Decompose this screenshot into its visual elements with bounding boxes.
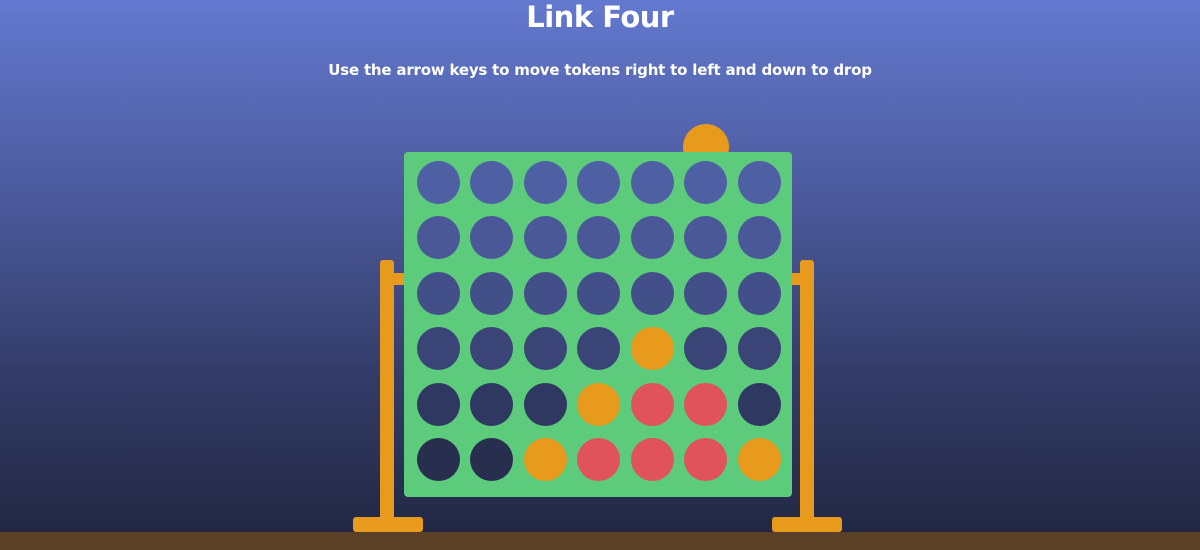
empty-slot[interactable]	[630, 271, 674, 315]
empty-slot[interactable]	[416, 327, 460, 370]
token-orange[interactable]	[523, 438, 567, 481]
empty-slot[interactable]	[416, 271, 460, 315]
empty-slot[interactable]	[470, 216, 513, 259]
stand-left-foot	[353, 517, 423, 532]
empty-slot[interactable]	[523, 382, 567, 426]
game-title: Link Four	[526, 0, 674, 34]
empty-slot[interactable]	[737, 327, 781, 370]
empty-slot[interactable]	[577, 216, 620, 259]
empty-slot[interactable]	[470, 438, 513, 481]
empty-slot[interactable]	[684, 271, 727, 315]
stand-right-post	[800, 260, 814, 524]
token-red[interactable]	[684, 438, 727, 481]
empty-slot[interactable]	[630, 216, 674, 259]
empty-slot[interactable]	[416, 382, 460, 426]
game-board[interactable]	[404, 152, 792, 497]
token-orange[interactable]	[630, 327, 674, 370]
ground	[0, 532, 1200, 550]
empty-slot[interactable]	[577, 160, 620, 204]
stand-right-foot	[772, 517, 842, 532]
empty-slot[interactable]	[416, 160, 460, 204]
empty-slot[interactable]	[737, 271, 781, 315]
empty-slot[interactable]	[684, 160, 727, 204]
empty-slot[interactable]	[737, 160, 781, 204]
token-orange[interactable]	[737, 438, 781, 481]
token-red[interactable]	[684, 382, 727, 426]
empty-slot[interactable]	[416, 216, 460, 259]
empty-slot[interactable]	[577, 271, 620, 315]
empty-slot[interactable]	[523, 160, 567, 204]
empty-slot[interactable]	[737, 216, 781, 259]
empty-slot[interactable]	[470, 327, 513, 370]
empty-slot[interactable]	[470, 382, 513, 426]
stand-left-post	[380, 260, 394, 524]
game-instructions: Use the arrow keys to move tokens right …	[328, 61, 872, 79]
empty-slot[interactable]	[630, 160, 674, 204]
empty-slot[interactable]	[684, 216, 727, 259]
empty-slot[interactable]	[523, 216, 567, 259]
token-red[interactable]	[630, 438, 674, 481]
empty-slot[interactable]	[577, 327, 620, 370]
token-orange[interactable]	[577, 382, 620, 426]
empty-slot[interactable]	[470, 271, 513, 315]
empty-slot[interactable]	[416, 438, 460, 481]
token-red[interactable]	[577, 438, 620, 481]
empty-slot[interactable]	[684, 327, 727, 370]
empty-slot[interactable]	[470, 160, 513, 204]
empty-slot[interactable]	[523, 271, 567, 315]
empty-slot[interactable]	[737, 382, 781, 426]
token-red[interactable]	[630, 382, 674, 426]
empty-slot[interactable]	[523, 327, 567, 370]
